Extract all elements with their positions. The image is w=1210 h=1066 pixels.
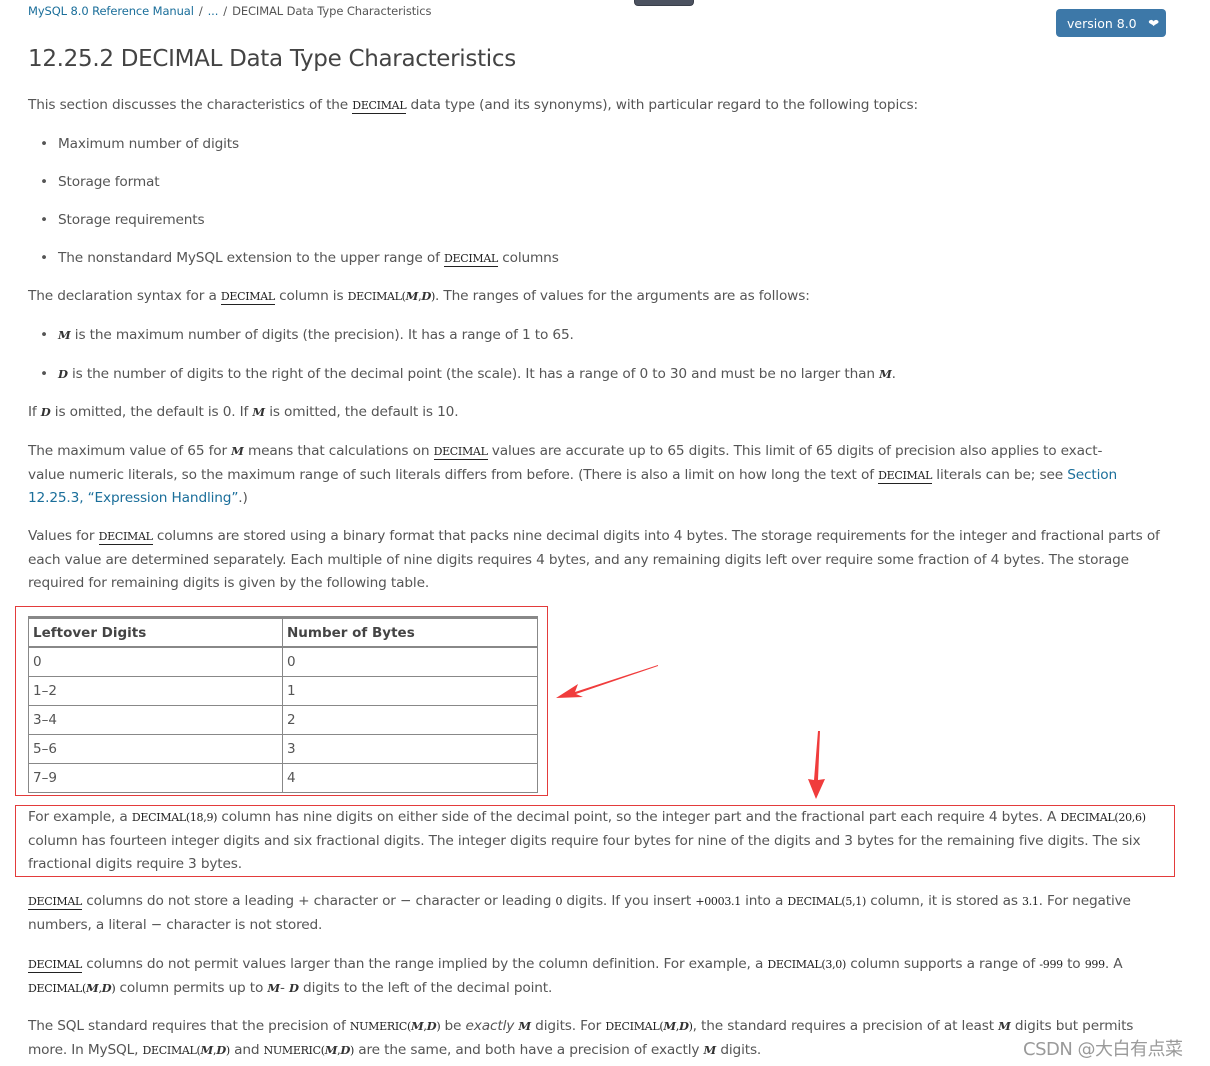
topic-list-item: Maximum number of digits <box>40 136 239 152</box>
breadcrumb-separator: / <box>223 4 228 18</box>
annotation-arrow-down-icon <box>808 731 825 799</box>
decimal-literal-link[interactable]: DECIMAL <box>443 252 498 267</box>
range-paragraph: DECIMAL columns do not permit values lar… <box>28 956 1123 996</box>
page-title: 12.25.2 DECIMAL Data Type Characteristic… <box>28 46 516 72</box>
table-row: 7–9 4 <box>28 763 538 793</box>
topic-list-item: The nonstandard MySQL extension to the u… <box>40 250 559 267</box>
table-header-row: Leftover Digits Number of Bytes <box>28 616 538 648</box>
decimal-literal-link[interactable]: DECIMAL <box>98 530 153 545</box>
topic-list-item: Storage format <box>40 174 160 190</box>
breadcrumb-current: DECIMAL Data Type Characteristics <box>232 4 432 18</box>
number-of-bytes-cell: 2 <box>282 705 538 735</box>
column-header-number-of-bytes: Number of Bytes <box>282 616 538 648</box>
column-header-leftover-digits: Leftover Digits <box>28 616 283 648</box>
leftover-digits-cell: 0 <box>28 646 283 677</box>
number-of-bytes-cell: 4 <box>282 763 538 793</box>
version-label: version 8.0 <box>1067 15 1137 31</box>
number-of-bytes-cell: 3 <box>282 734 538 764</box>
storage-bytes-table: Leftover Digits Number of Bytes 00 1–2 1 … <box>28 616 538 793</box>
decimal-syntax-code: DECIMAL(M,D) <box>347 289 436 303</box>
max-value-paragraph: The maximum value of 65 for M means that… <box>28 443 1118 506</box>
decimal-literal-link[interactable]: DECIMAL <box>28 895 82 910</box>
decimal-literal-link[interactable]: DECIMAL <box>220 290 275 305</box>
leftover-digits-cell: 1–2 <box>28 676 283 706</box>
decimal-literal-link[interactable]: DECIMAL <box>352 99 407 114</box>
argument-list-item-d: D is the number of digits to the right o… <box>40 366 896 382</box>
chevron-down-icon: ❤ <box>1147 16 1159 30</box>
sql-standard-paragraph: The SQL standard requires that the preci… <box>28 1018 1134 1058</box>
breadcrumb-root-link[interactable]: MySQL 8.0 Reference Manual <box>28 4 194 18</box>
example-paragraph: For example, a DECIMAL(18,9) column has … <box>28 809 1146 872</box>
breadcrumb: MySQL 8.0 Reference Manual /... / DECIMAL D… <box>28 4 431 18</box>
storage-paragraph: Values for DECIMAL columns are stored us… <box>28 528 1160 591</box>
number-of-bytes-cell: 0 <box>282 646 538 677</box>
table-row: 1–2 1 <box>28 676 538 706</box>
intro-paragraph: This section discusses the characteristi… <box>28 97 918 114</box>
decimal-literal-link[interactable]: DECIMAL <box>433 445 488 460</box>
table-row: 3–4 2 <box>28 705 538 735</box>
leading-chars-paragraph: DECIMAL columns do not store a leading +… <box>28 893 1131 933</box>
top-drag-handle[interactable] <box>634 0 694 6</box>
declaration-paragraph: The declaration syntax for a DECIMAL col… <box>28 288 810 305</box>
version-selector-button[interactable]: version 8.0 ❤ <box>1056 9 1166 37</box>
table-row: 5–6 3 <box>28 734 538 764</box>
defaults-paragraph: If D is omitted, the default is 0. If M … <box>28 404 459 420</box>
argument-list-item-m: M is the maximum number of digits (the p… <box>40 327 574 343</box>
watermark: CSDN @大白有点菜 <box>1023 1039 1183 1060</box>
number-of-bytes-cell: 1 <box>282 676 538 706</box>
decimal-literal-link[interactable]: DECIMAL <box>878 468 932 484</box>
decimal-literal-link[interactable]: DECIMAL <box>28 958 82 973</box>
breadcrumb-ellipsis-link[interactable]: ... <box>208 4 219 18</box>
annotation-arrow-left-icon <box>556 665 658 698</box>
leftover-digits-cell: 7–9 <box>28 763 283 793</box>
topic-list-item: Storage requirements <box>40 212 205 228</box>
breadcrumb-separator: / <box>198 4 203 18</box>
leftover-digits-cell: 5–6 <box>28 734 283 764</box>
leftover-digits-cell: 3–4 <box>28 705 283 735</box>
table-row: 00 <box>28 646 538 677</box>
